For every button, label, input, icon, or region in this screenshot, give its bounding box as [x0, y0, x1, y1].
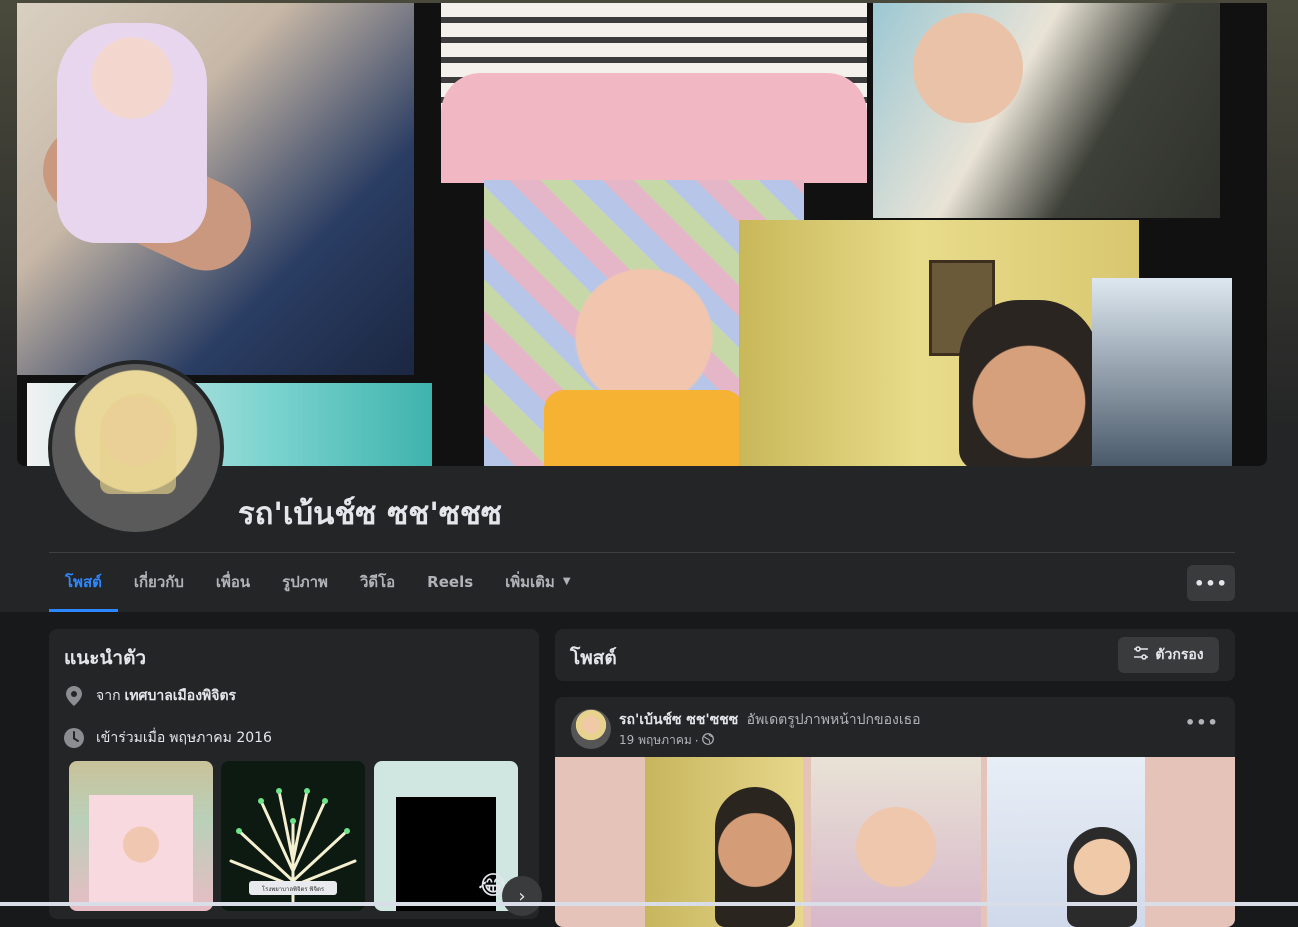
cover-collage-tile — [441, 3, 867, 183]
intro-photo[interactable] — [69, 761, 213, 911]
tab-posts[interactable]: โพสต์ — [49, 553, 118, 612]
posts-title: โพสต์ — [570, 647, 617, 669]
profile-name: รถ'เบ้นช์ซ ซช'ซชซ — [238, 496, 502, 532]
tab-about[interactable]: เกี่ยวกับ — [118, 553, 200, 610]
tab-reels[interactable]: Reels — [411, 553, 489, 610]
filter-button[interactable]: ตัวกรอง — [1118, 637, 1219, 673]
cover-collage-tile — [17, 3, 414, 375]
intro-photo[interactable]: โรงพยาบาลพิจิตร พิจิตร — [221, 761, 365, 911]
clock-icon — [64, 728, 84, 748]
globe-icon — [701, 733, 714, 748]
intro-location-link[interactable]: เทศบาลเมืองพิจิตร — [125, 685, 237, 707]
cover-collage-tile — [739, 220, 1139, 466]
chevron-right-icon[interactable]: › — [502, 876, 542, 916]
post-meta: 19 พฤษภาคม · — [619, 731, 714, 750]
post-author-name[interactable]: รถ'เบ้นช์ซ ซช'ซชซ — [619, 712, 738, 728]
post-menu-button[interactable]: ••• — [1185, 713, 1219, 732]
caret-down-icon: ▼ — [562, 576, 571, 587]
photo-caption: โรงพยาบาลพิจิตร พิจิตร — [262, 885, 325, 893]
profile-more-button[interactable]: ••• — [1187, 565, 1235, 601]
intro-joined-row: เข้าร่วมเมื่อ พฤษภาคม 2016 — [64, 727, 272, 749]
intro-title: แนะนำตัว — [64, 647, 147, 669]
post-header: รถ'เบ้นช์ซ ซช'ซชซ อัพเดตรูปภาพหน้าปกของเ… — [619, 709, 921, 731]
intro-location-row: จาก เทศบาลเมืองพิจิตร — [64, 685, 236, 707]
profile-avatar[interactable] — [48, 360, 224, 536]
tab-friends[interactable]: เพื่อน — [200, 553, 266, 610]
map-pin-icon — [64, 686, 84, 706]
post-action-text: อัพเดตรูปภาพหน้าปกของเธอ — [746, 712, 921, 728]
tab-videos[interactable]: วิดีโอ — [344, 553, 411, 610]
post-author-avatar[interactable] — [571, 709, 611, 749]
sliders-icon — [1133, 646, 1149, 664]
intro-card: แนะนำตัว จาก เทศบาลเมืองพิจิตร เข้าร่วมเ… — [49, 629, 539, 919]
tab-more[interactable]: เพิ่มเติม ▼ — [489, 553, 586, 610]
window-bottom-edge — [0, 902, 1298, 906]
profile-tabs: โพสต์ เกี่ยวกับ เพื่อน รูปภาพ วิดีโอ Ree… — [49, 553, 587, 612]
cover-collage-tile — [873, 3, 1220, 218]
post-date[interactable]: 19 พฤษภาคม — [619, 731, 692, 750]
post-card: รถ'เบ้นช์ซ ซช'ซชซ อัพเดตรูปภาพหน้าปกของเ… — [555, 697, 1235, 927]
tab-photos[interactable]: รูปภาพ — [266, 553, 344, 610]
cover-collage-tile — [1092, 278, 1232, 466]
posts-header-card: โพสต์ ตัวกรอง — [555, 629, 1235, 681]
